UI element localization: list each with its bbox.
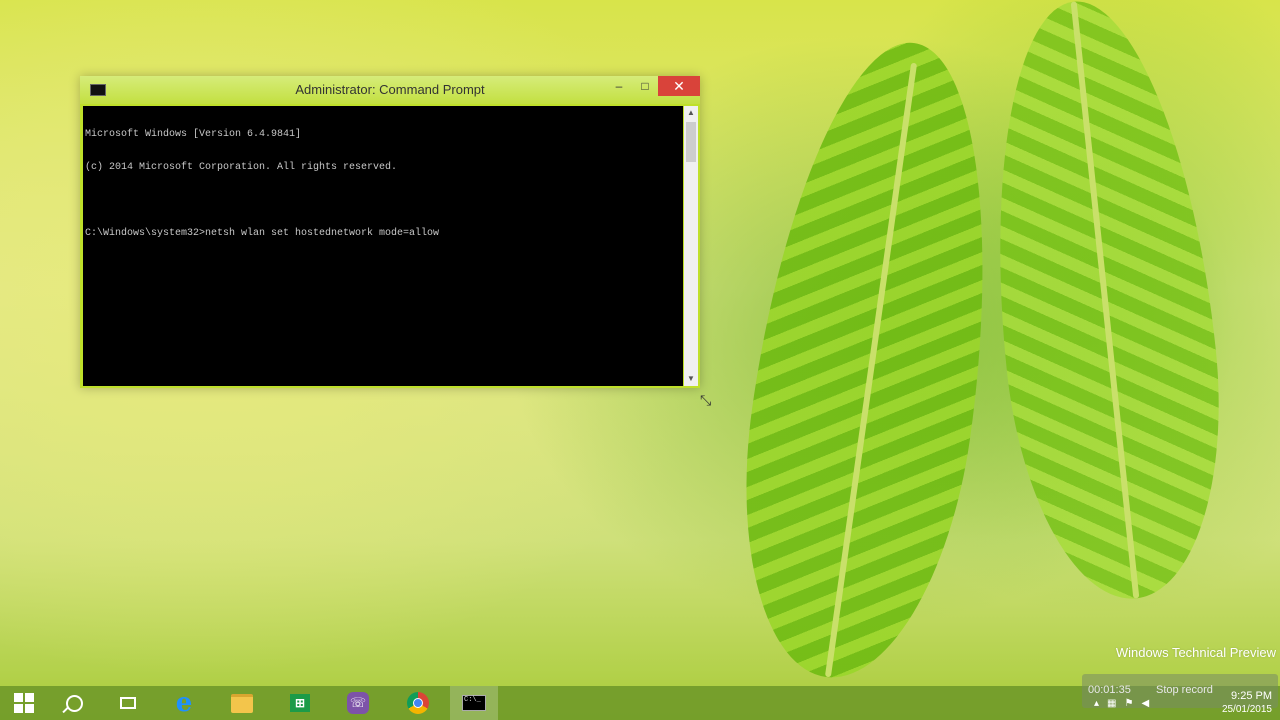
console-line: Microsoft Windows [Version 6.4.9841] [85,129,302,140]
maximize-button[interactable]: □ [634,76,656,96]
command-prompt-icon: C:\_ [462,695,486,711]
system-tray: ▴▦⚑◀ 9:25 PM 25/01/2015 [1090,686,1280,720]
taskbar-file-explorer[interactable] [218,686,266,720]
taskbar-command-prompt[interactable]: C:\_ [450,686,498,720]
scroll-down-arrow-icon[interactable]: ▼ [684,372,698,386]
scrollbar-thumb[interactable] [686,122,696,162]
folder-icon [231,693,253,713]
command-prompt-window[interactable]: Administrator: Command Prompt – □ ✕ Micr… [80,76,700,388]
volume-icon[interactable]: ◀ [1141,698,1157,709]
console-line: (c) 2014 Microsoft Corporation. All righ… [85,162,398,173]
resize-cursor-icon: ⤡ [700,392,712,408]
task-view-button[interactable] [104,686,152,720]
taskbar-clock[interactable]: 9:25 PM 25/01/2015 [1222,689,1272,717]
clock-time: 9:25 PM [1231,690,1272,702]
window-title: Administrator: Command Prompt [295,82,485,97]
action-center-icon[interactable]: ⚑ [1124,698,1141,709]
clock-date: 25/01/2015 [1221,704,1272,715]
task-view-icon [120,697,136,709]
tray-icons[interactable]: ▴▦⚑◀ [1094,698,1157,709]
windows-start-icon [14,693,34,713]
start-button[interactable] [0,686,48,720]
internet-explorer-icon: e [175,688,193,718]
console-scrollbar[interactable]: ▲ ▼ [684,106,698,386]
store-icon: ⊞ [290,694,310,712]
chrome-icon [407,692,429,714]
taskbar-chrome[interactable] [394,686,442,720]
network-icon[interactable]: ▦ [1107,698,1124,709]
taskbar-viber[interactable]: ☏ [334,686,382,720]
taskbar-store[interactable]: ⊞ [276,686,324,720]
console-command-line: C:\Windows\system32>netsh wlan set hoste… [85,228,440,239]
close-button[interactable]: ✕ [658,76,700,96]
taskbar-internet-explorer[interactable]: e [160,686,208,720]
console-output[interactable]: Microsoft Windows [Version 6.4.9841] (c)… [83,106,683,386]
search-icon [65,694,83,712]
viber-icon: ☏ [347,692,369,714]
show-hidden-icons-icon[interactable]: ▴ [1094,698,1107,709]
window-titlebar[interactable]: Administrator: Command Prompt – □ ✕ [80,76,700,104]
minimize-button[interactable]: – [608,76,630,96]
scroll-up-arrow-icon[interactable]: ▲ [684,106,698,120]
search-button[interactable] [50,686,98,720]
desktop-watermark: Windows Technical Preview [1115,645,1276,660]
